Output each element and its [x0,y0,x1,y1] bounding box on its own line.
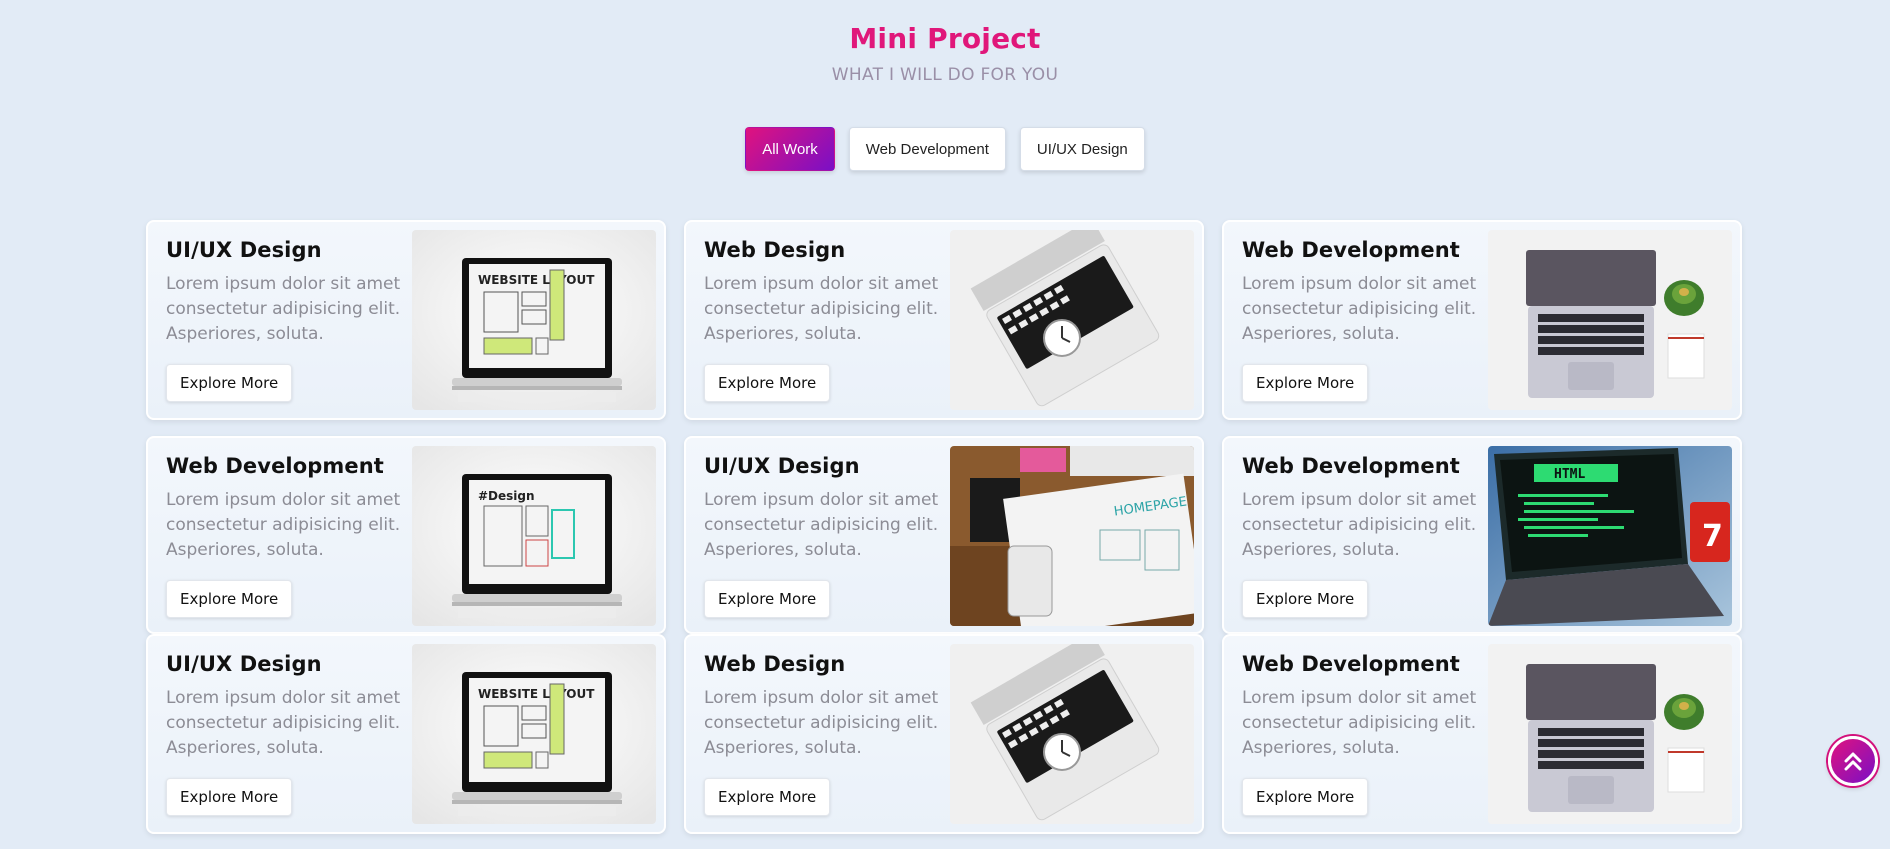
card-image-laptop-with-plant [1488,230,1732,410]
explore-more-button[interactable]: Explore More [704,778,831,816]
card-title: Web Development [166,454,384,478]
explore-more-button[interactable]: Explore More [704,364,831,402]
card-description: Lorem ipsum dolor sit amet consectetur a… [166,274,401,344]
card-description: Lorem ipsum dolor sit amet consectetur a… [704,688,939,758]
card-image-laptop-with-plant [1488,644,1732,824]
card-text: Web Development Lorem ipsum dolor sit am… [1242,238,1482,347]
project-card: Web Design Lorem ipsum dolor sit amet co… [684,220,1204,420]
filter-bar: All Work Web Development UI/UX Design [0,127,1890,171]
card-text: UI/UX Design Lorem ipsum dolor sit amet … [166,652,406,761]
card-text: UI/UX Design Lorem ipsum dolor sit amet … [704,454,944,563]
svg-text:#Design: #Design [478,489,535,503]
scroll-to-top-button[interactable] [1828,736,1878,786]
project-card: Web Design Lorem ipsum dolor sit amet co… [684,634,1204,834]
double-chevron-up-icon [1844,752,1862,771]
project-card: UI/UX Design Lorem ipsum dolor sit amet … [146,634,666,834]
explore-more-button[interactable]: Explore More [166,580,293,618]
page-subtitle: WHAT I WILL DO FOR YOU [831,65,1059,85]
page-title: Mini Project [849,22,1041,55]
explore-more-button[interactable]: Explore More [704,580,831,618]
card-description: Lorem ipsum dolor sit amet consectetur a… [166,490,401,560]
project-card: Web Development Lorem ipsum dolor sit am… [1222,436,1742,634]
project-grid: UI/UX Design Lorem ipsum dolor sit amet … [146,220,1743,834]
explore-more-button[interactable]: Explore More [1242,778,1369,816]
card-text: UI/UX Design Lorem ipsum dolor sit amet … [166,238,406,347]
card-title: Web Design [704,238,846,262]
card-description: Lorem ipsum dolor sit amet consectetur a… [1242,274,1477,344]
explore-more-button[interactable]: Explore More [166,778,293,816]
svg-text:HTML: HTML [1554,467,1585,482]
card-title: UI/UX Design [166,652,322,676]
card-image-html-code-laptop: HTML 7 [1488,446,1732,626]
explore-more-button[interactable]: Explore More [1242,580,1369,618]
card-title: Web Development [1242,454,1460,478]
card-description: Lorem ipsum dolor sit amet consectetur a… [704,274,939,344]
card-title: Web Development [1242,238,1460,262]
project-card: UI/UX Design Lorem ipsum dolor sit amet … [146,220,666,420]
svg-text:WEBSITE LAYOUT: WEBSITE LAYOUT [478,687,595,701]
card-title: UI/UX Design [166,238,322,262]
card-description: Lorem ipsum dolor sit amet consectetur a… [704,490,939,560]
explore-more-button[interactable]: Explore More [166,364,293,402]
card-title: UI/UX Design [704,454,860,478]
card-title: Web Design [704,652,846,676]
card-text: Web Design Lorem ipsum dolor sit amet co… [704,238,944,347]
explore-more-button[interactable]: Explore More [1242,364,1369,402]
card-text: Web Development Lorem ipsum dolor sit am… [166,454,406,563]
card-image-website-layout-laptop: WEBSITE LAYOUT [412,644,656,824]
card-title: Web Development [1242,652,1460,676]
card-description: Lorem ipsum dolor sit amet consectetur a… [1242,688,1477,758]
page-header: Mini Project WHAT I WILL DO FOR YOU [0,0,1890,85]
filter-uiux-design-button[interactable]: UI/UX Design [1019,127,1145,171]
card-image-laptop-with-clock [950,644,1194,824]
project-card: UI/UX Design Lorem ipsum dolor sit amet … [684,436,1204,634]
card-image-homepage-sketch-desk: HOMEPAGE [950,446,1194,626]
card-text: Web Development Lorem ipsum dolor sit am… [1242,454,1482,563]
card-image-website-layout-laptop: WEBSITE LAYOUT [412,230,656,410]
card-text: Web Design Lorem ipsum dolor sit amet co… [704,652,944,761]
card-description: Lorem ipsum dolor sit amet consectetur a… [1242,490,1477,560]
svg-text:WEBSITE LAYOUT: WEBSITE LAYOUT [478,273,595,287]
project-card: Web Development Lorem ipsum dolor sit am… [146,436,666,634]
svg-text:7: 7 [1702,519,1723,554]
filter-web-development-button[interactable]: Web Development [848,127,1006,171]
project-card: Web Development Lorem ipsum dolor sit am… [1222,220,1742,420]
filter-all-work-button[interactable]: All Work [745,127,835,171]
card-image-laptop-with-clock [950,230,1194,410]
project-card: Web Development Lorem ipsum dolor sit am… [1222,634,1742,834]
card-description: Lorem ipsum dolor sit amet consectetur a… [166,688,401,758]
card-image-design-laptop: #Design [412,446,656,626]
card-text: Web Development Lorem ipsum dolor sit am… [1242,652,1482,761]
